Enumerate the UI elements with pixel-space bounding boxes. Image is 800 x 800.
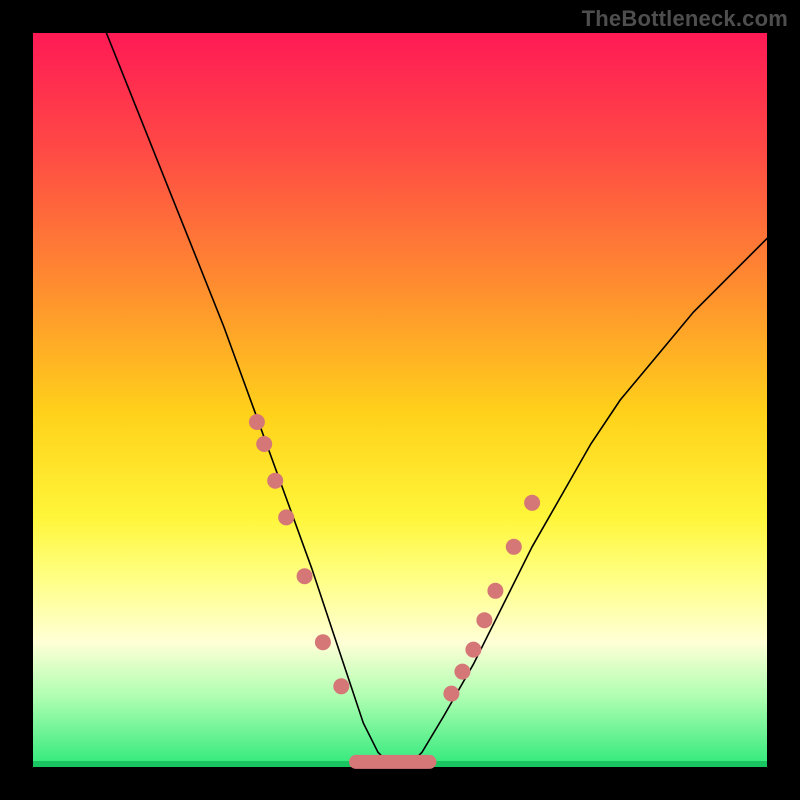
marker-dot: [443, 686, 459, 702]
marker-dot: [278, 509, 294, 525]
marker-dot: [297, 568, 313, 584]
marker-dot: [454, 664, 470, 680]
bottleneck-curve: [106, 33, 767, 767]
watermark-text: TheBottleneck.com: [582, 6, 788, 32]
chart-frame: TheBottleneck.com: [0, 0, 800, 800]
marker-dot: [267, 473, 283, 489]
marker-cluster-right: [443, 495, 540, 702]
curve-svg: [33, 33, 767, 767]
marker-dot: [256, 436, 272, 452]
marker-dot: [476, 612, 492, 628]
marker-dot: [524, 495, 540, 511]
marker-dot: [333, 678, 349, 694]
marker-dot: [487, 583, 503, 599]
plot-area: [33, 33, 767, 767]
marker-dot: [465, 642, 481, 658]
marker-dot: [506, 539, 522, 555]
marker-cluster-left: [249, 414, 349, 694]
marker-dot: [249, 414, 265, 430]
marker-dot: [315, 634, 331, 650]
